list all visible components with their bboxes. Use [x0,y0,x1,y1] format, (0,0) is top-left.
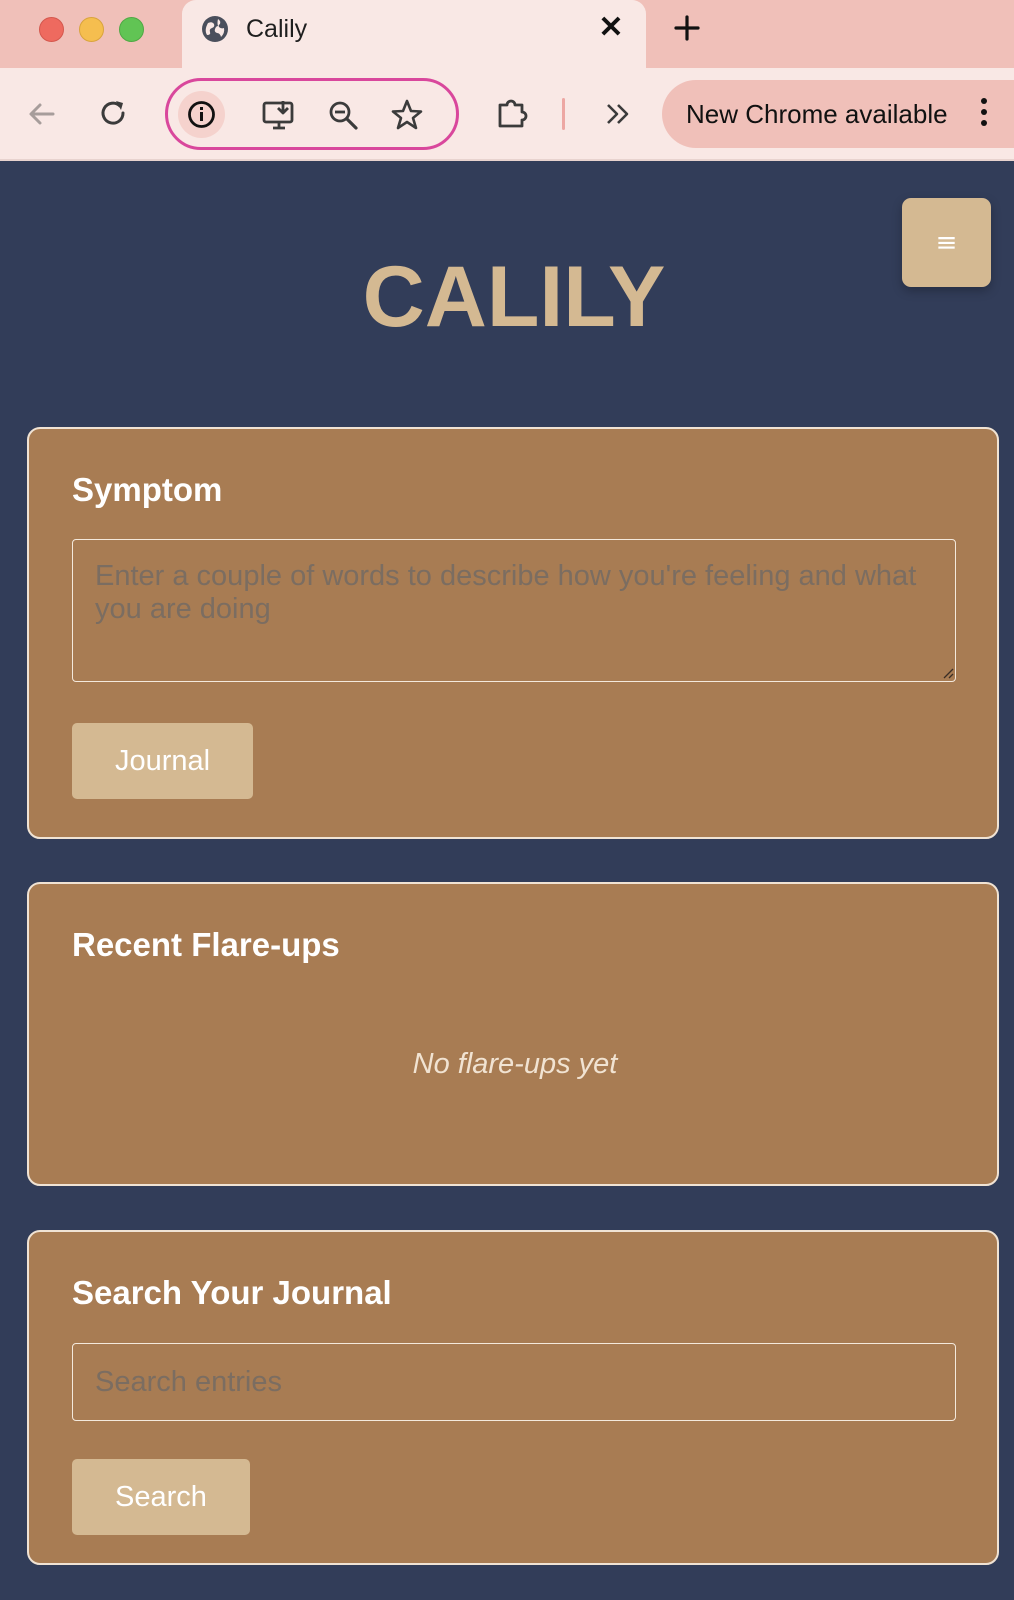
star-icon[interactable] [389,97,425,133]
zoom-out-icon[interactable] [325,97,361,133]
close-tab-icon[interactable]: ✕ [596,13,626,43]
reload-icon[interactable] [96,96,132,132]
search-entries-input[interactable] [72,1343,956,1421]
tab-title: Calily [246,15,308,43]
update-pill-label: New Chrome available [686,99,948,129]
symptom-card: Symptom Journal [27,427,999,839]
app-title: CALILY [362,249,666,345]
omnibox-actions[interactable] [165,78,459,150]
search-card-title: Search Your Journal [72,1274,392,1311]
puzzle-icon[interactable] [494,95,530,131]
flare-ups-empty-state: No flare-ups yet [412,1048,618,1080]
site-info-button[interactable] [178,91,225,138]
window-close-button[interactable] [39,17,64,42]
kebab-menu-icon[interactable] [979,98,989,132]
search-button[interactable]: Search [72,1459,250,1535]
plus-icon[interactable] [669,10,705,46]
browser-tab[interactable]: Calily ✕ [182,0,646,68]
window-minimize-button[interactable] [79,17,104,42]
resize-grip-icon[interactable] [942,667,954,679]
toolbar-divider [562,98,565,130]
new-chrome-available-button[interactable]: New Chrome available [662,80,1014,148]
globe-icon [202,16,228,42]
symptom-card-title: Symptom [72,471,223,508]
browser-toolbar: New Chrome available [0,68,1014,161]
arrow-left-icon[interactable] [24,96,60,132]
app-page: ≡ CALILY Symptom Journal Recent Flare-up… [0,162,1014,1600]
browser-tab-strip: Calily ✕ [0,0,1014,68]
chevron-double-right-icon[interactable] [600,96,636,132]
info-icon [188,101,215,128]
install-app-icon[interactable] [261,97,297,133]
window-zoom-button[interactable] [119,17,144,42]
search-journal-card: Search Your Journal Search [27,1230,999,1565]
recent-flare-ups-card: Recent Flare-ups No flare-ups yet [27,882,999,1186]
flare-ups-card-title: Recent Flare-ups [72,926,340,963]
journal-button[interactable]: Journal [72,723,253,799]
symptom-textarea[interactable] [72,539,956,682]
